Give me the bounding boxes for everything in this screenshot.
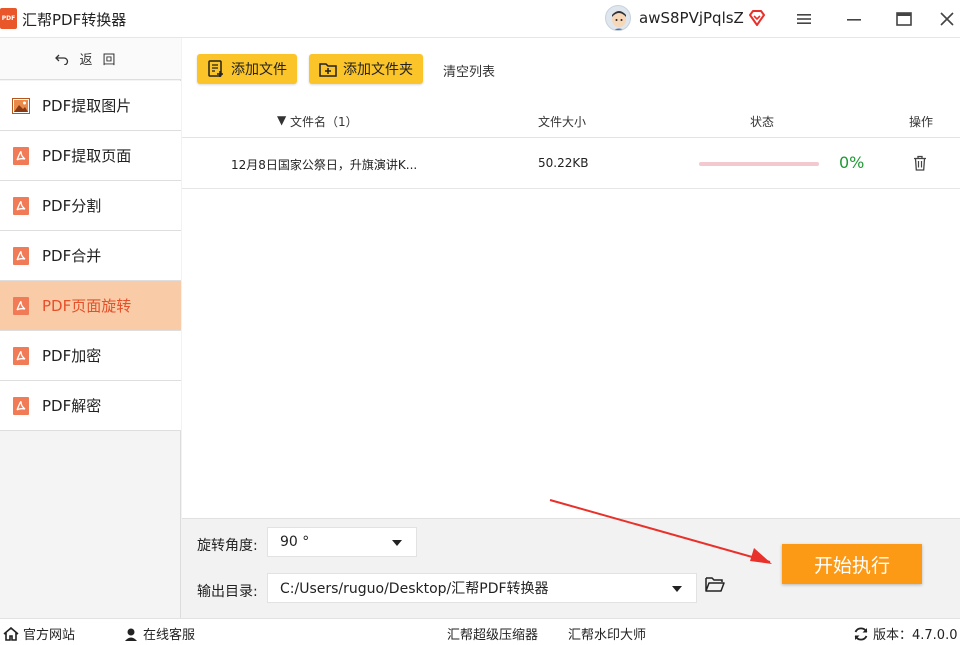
add-file-button[interactable]: 添加文件 [197, 54, 297, 84]
pdf-icon [12, 146, 30, 165]
file-size: 50.22KB [538, 156, 589, 170]
rotate-angle-value: 90 ° [280, 534, 310, 550]
online-support-label: 在线客服 [143, 628, 196, 643]
vip-diamond-icon[interactable] [747, 8, 767, 28]
status-bar: 官方网站 在线客服 汇帮超级压缩器 汇帮水印大师 版本：4.7.0.0 [0, 618, 960, 645]
pdf-icon [12, 396, 30, 415]
column-name[interactable]: 文件名（1） [290, 113, 358, 130]
back-button[interactable]: 返回 [0, 38, 181, 80]
username[interactable]: awS8PVjPqlsZ [639, 9, 744, 27]
refresh-icon [854, 627, 868, 640]
sidebar-item-label: PDF加密 [42, 347, 102, 365]
sidebar-item-label: PDF提取页面 [42, 147, 132, 165]
sidebar-item-label: PDF合并 [42, 247, 102, 265]
headset-icon [125, 628, 137, 641]
sidebar-item-rotate[interactable]: PDF页面旋转 [0, 281, 181, 331]
home-icon [3, 626, 19, 641]
sidebar-item-label: PDF页面旋转 [42, 297, 132, 315]
trash-icon[interactable] [913, 155, 927, 171]
pdf-icon [12, 196, 30, 215]
output-dir-select[interactable]: C:/Users/ruguo/Desktop/汇帮PDF转换器 [267, 573, 697, 603]
sidebar-item-label: PDF提取图片 [42, 97, 132, 115]
official-website-label: 官方网站 [23, 628, 76, 643]
clear-list-button[interactable]: 清空列表 [443, 61, 495, 80]
rotate-angle-label: 旋转角度: [197, 538, 258, 554]
add-file-icon [208, 60, 223, 77]
user-avatar[interactable] [605, 5, 631, 31]
app-title: 汇帮PDF转换器 [22, 11, 127, 29]
pdf-icon [12, 246, 30, 265]
output-dir-label: 输出目录: [197, 584, 258, 600]
sidebar-item-extract-images[interactable]: PDF提取图片 [0, 81, 181, 131]
output-dir-value: C:/Users/ruguo/Desktop/汇帮PDF转换器 [280, 581, 549, 597]
chevron-down-icon [392, 540, 402, 546]
file-list-panel: 添加文件 添加文件夹 清空列表 ▼ 文件名（1） 文件大小 状态 操作 12月8… [182, 38, 960, 518]
image-icon [12, 97, 30, 115]
file-name: 12月8日国家公祭日，升旗演讲K... [231, 158, 418, 172]
add-folder-label: 添加文件夹 [343, 62, 413, 78]
sidebar: 返回 PDF提取图片 PDF提取页面 PDF分割 PDF合并 PDF页面旋转 P… [0, 38, 181, 618]
sidebar-item-decrypt[interactable]: PDF解密 [0, 381, 181, 431]
pdf-icon [12, 296, 30, 315]
table-row[interactable]: 12月8日国家公祭日，升旗演讲K... 50.22KB 0% [182, 139, 960, 189]
column-size: 文件大小 [538, 115, 587, 129]
back-label: 返回 [79, 53, 126, 68]
app-logo: PDF [0, 8, 17, 29]
back-arrow-icon [55, 54, 69, 65]
red-arrow-annotation [549, 499, 772, 564]
sidebar-item-split[interactable]: PDF分割 [0, 181, 181, 231]
pdf-icon [12, 346, 30, 365]
sidebar-item-merge[interactable]: PDF合并 [0, 231, 181, 281]
maximize-icon[interactable] [889, 4, 919, 34]
folder-open-icon[interactable] [705, 576, 725, 592]
rotate-angle-select[interactable]: 90 ° [267, 527, 417, 557]
online-support-link[interactable]: 在线客服 [123, 624, 195, 643]
progress-percent: 0% [839, 153, 865, 172]
column-status: 状态 [750, 115, 775, 129]
column-action: 操作 [909, 115, 934, 129]
close-icon[interactable] [932, 4, 960, 34]
version-info[interactable]: 版本：4.7.0.0 [853, 624, 957, 643]
chevron-down-icon [672, 586, 682, 592]
sort-caret-icon[interactable]: ▼ [277, 113, 286, 127]
sidebar-item-extract-pages[interactable]: PDF提取页面 [0, 131, 181, 181]
progress-bar [699, 162, 819, 166]
minimize-icon[interactable] [839, 4, 869, 34]
add-file-label: 添加文件 [231, 62, 287, 78]
add-folder-button[interactable]: 添加文件夹 [309, 54, 423, 84]
official-website-link[interactable]: 官方网站 [3, 624, 75, 643]
table-header: ▼ 文件名（1） 文件大小 状态 操作 [182, 104, 960, 138]
title-bar: PDF 汇帮PDF转换器 awS8PVjPqlsZ [0, 0, 960, 38]
version-label: 版本：4.7.0.0 [873, 628, 958, 643]
sidebar-item-label: PDF解密 [42, 397, 102, 415]
start-button[interactable]: 开始执行 [782, 544, 922, 584]
sidebar-item-label: PDF分割 [42, 197, 102, 215]
watermark-link[interactable]: 汇帮水印大师 [568, 624, 646, 643]
compressor-link[interactable]: 汇帮超级压缩器 [447, 624, 538, 643]
menu-icon[interactable] [789, 4, 819, 34]
sidebar-item-encrypt[interactable]: PDF加密 [0, 331, 181, 381]
add-folder-icon [319, 63, 337, 77]
